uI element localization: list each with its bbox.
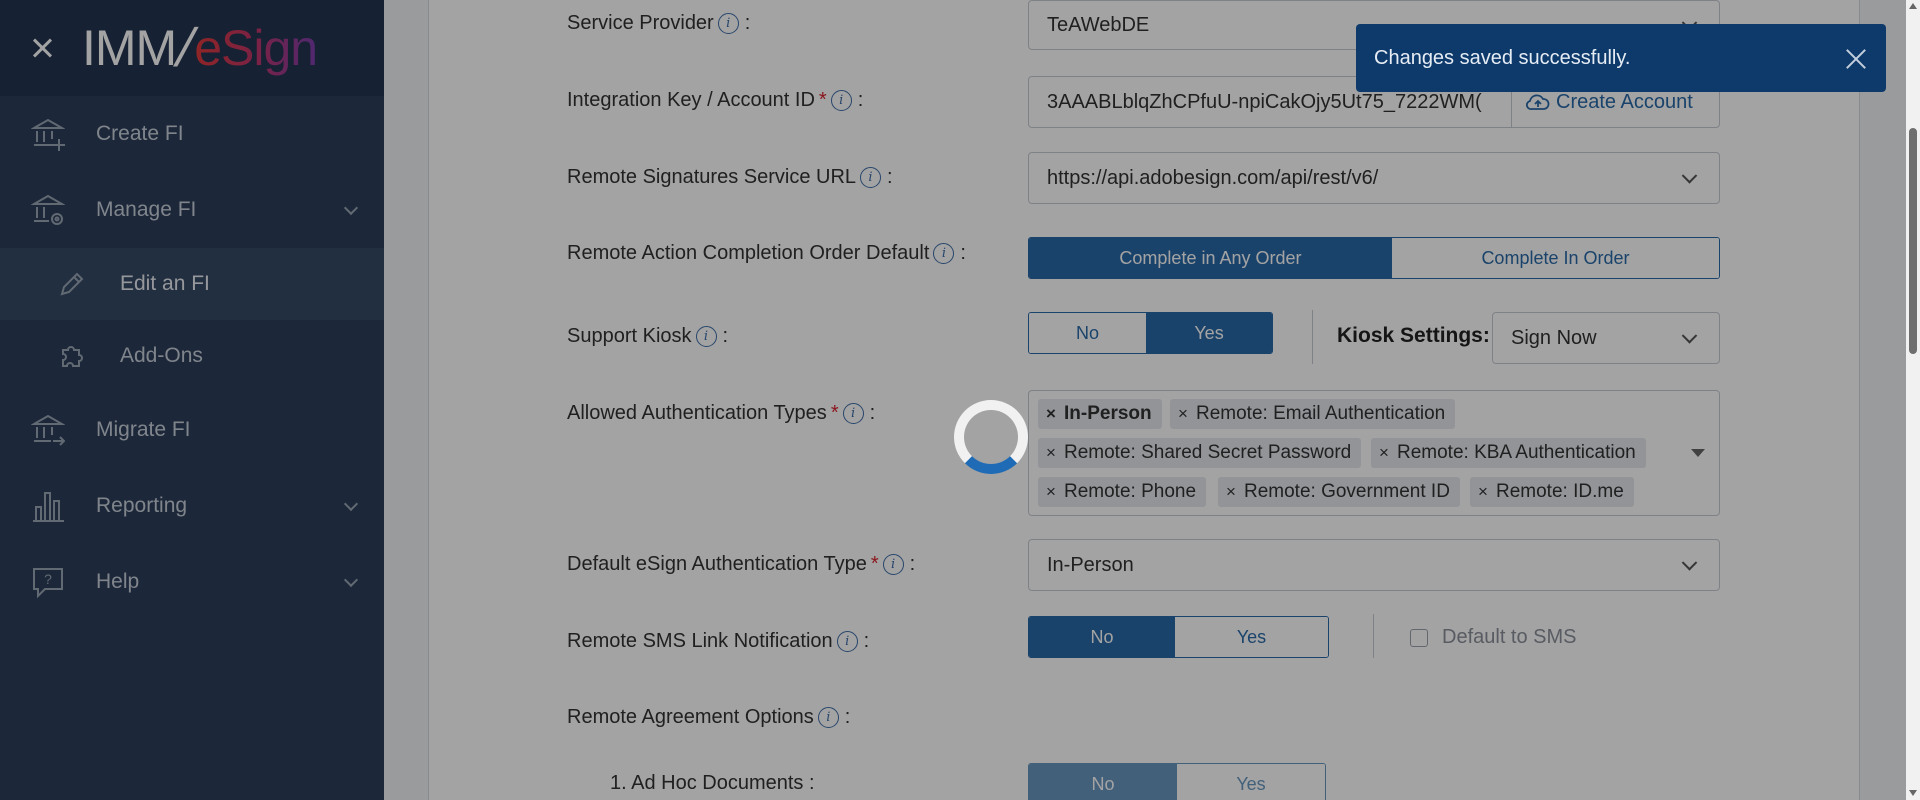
scrollbar[interactable] bbox=[1906, 0, 1920, 800]
success-toast: Changes saved successfully. bbox=[1356, 24, 1886, 92]
loading-overlay bbox=[0, 0, 1920, 800]
loading-spinner bbox=[954, 400, 1028, 474]
close-icon[interactable] bbox=[1844, 46, 1868, 70]
toast-message: Changes saved successfully. bbox=[1374, 46, 1631, 69]
scroll-up-icon[interactable] bbox=[1909, 3, 1917, 9]
scroll-down-icon[interactable] bbox=[1909, 790, 1917, 796]
scrollbar-thumb[interactable] bbox=[1909, 128, 1917, 354]
